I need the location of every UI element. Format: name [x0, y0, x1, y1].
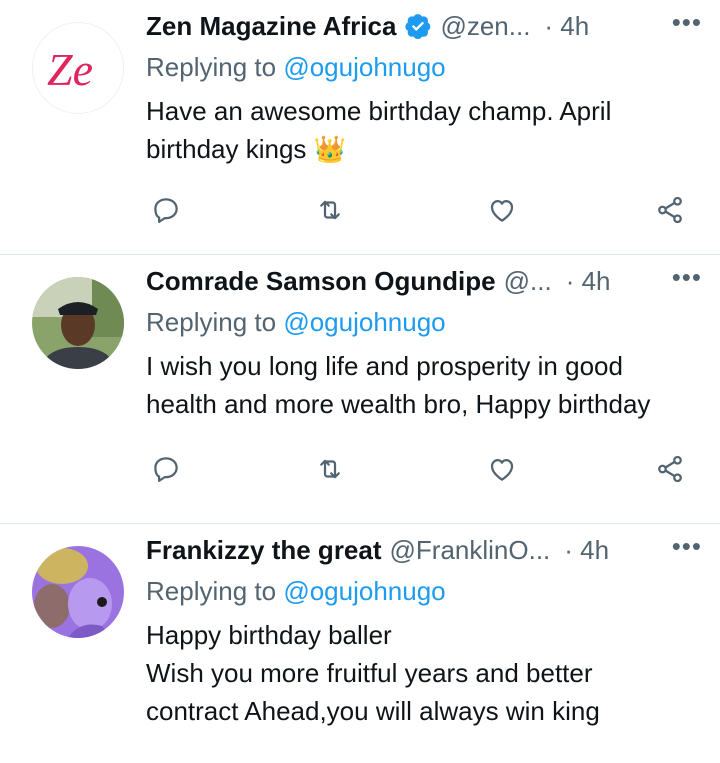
tweet-text-line: health and more wealth bro, Happy birthd…	[146, 389, 651, 419]
tweet-text: Have an awesome birthday champ. April bi…	[146, 92, 696, 168]
action-bar	[146, 449, 698, 489]
share-icon[interactable]	[650, 190, 690, 230]
tweet-header: Zen Magazine Africa @zen... · 4h	[146, 8, 704, 44]
zen-logo-icon: Ze	[47, 44, 93, 95]
tweet-header: Frankizzy the great @FranklinO... · 4h	[146, 532, 704, 568]
replying-to: Replying to @ogujohnugo	[146, 52, 446, 83]
retweet-icon[interactable]	[310, 190, 350, 230]
display-name[interactable]: Frankizzy the great	[146, 535, 382, 566]
more-options-icon[interactable]: •••	[672, 264, 702, 290]
handle[interactable]: @zen...	[440, 11, 530, 42]
profile-photo	[32, 546, 124, 638]
avatar-logo-text: Ze	[47, 44, 93, 95]
tweet-text: Happy birthday baller Wish you more frui…	[146, 616, 696, 730]
reply-icon[interactable]	[146, 449, 186, 489]
handle[interactable]: @FranklinO...	[390, 535, 551, 566]
handle[interactable]: @...	[504, 266, 552, 297]
tweet-header: Comrade Samson Ogundipe @... · 4h	[146, 263, 704, 299]
avatar[interactable]	[32, 546, 124, 638]
tweet-text-line: Have an awesome birthday champ. April	[146, 96, 612, 126]
like-icon[interactable]	[482, 190, 522, 230]
timestamp[interactable]: · 4h	[544, 11, 589, 42]
verified-badge-icon	[404, 12, 432, 40]
retweet-icon[interactable]	[310, 449, 350, 489]
timestamp[interactable]: · 4h	[564, 535, 609, 566]
mention-link[interactable]: @ogujohnugo	[283, 52, 445, 82]
tweet-text-line: contract Ahead,you will always win king	[146, 696, 600, 726]
replying-to: Replying to @ogujohnugo	[146, 307, 446, 338]
avatar[interactable]	[32, 277, 124, 369]
action-bar	[146, 190, 698, 230]
replying-prefix: Replying to	[146, 52, 284, 82]
reply-icon[interactable]	[146, 190, 186, 230]
tweet-text-line: I wish you long life and prosperity in g…	[146, 351, 623, 381]
more-options-icon[interactable]: •••	[672, 9, 702, 35]
tweet-text-line: birthday kings 👑	[146, 134, 347, 164]
avatar[interactable]: Ze	[32, 22, 124, 114]
display-name[interactable]: Comrade Samson Ogundipe	[146, 266, 496, 297]
profile-photo	[32, 277, 124, 369]
tweet[interactable]: Ze Zen Magazine Africa @zen... · 4h ••• …	[0, 0, 720, 254]
timestamp[interactable]: · 4h	[566, 266, 611, 297]
mention-link[interactable]: @ogujohnugo	[283, 576, 445, 606]
replying-to: Replying to @ogujohnugo	[146, 576, 446, 607]
display-name[interactable]: Zen Magazine Africa	[146, 11, 396, 42]
tweet-text: I wish you long life and prosperity in g…	[146, 347, 696, 423]
share-icon[interactable]	[650, 449, 690, 489]
replying-prefix: Replying to	[146, 576, 284, 606]
like-icon[interactable]	[482, 449, 522, 489]
tweet[interactable]: Frankizzy the great @FranklinO... · 4h •…	[0, 523, 720, 763]
tweet-text-line: Happy birthday baller	[146, 620, 392, 650]
tweet[interactable]: Comrade Samson Ogundipe @... · 4h ••• Re…	[0, 254, 720, 523]
mention-link[interactable]: @ogujohnugo	[283, 307, 445, 337]
reply-feed: Ze Zen Magazine Africa @zen... · 4h ••• …	[0, 0, 720, 763]
tweet-text-line: Wish you more fruitful years and better	[146, 658, 593, 688]
more-options-icon[interactable]: •••	[672, 533, 702, 559]
replying-prefix: Replying to	[146, 307, 284, 337]
